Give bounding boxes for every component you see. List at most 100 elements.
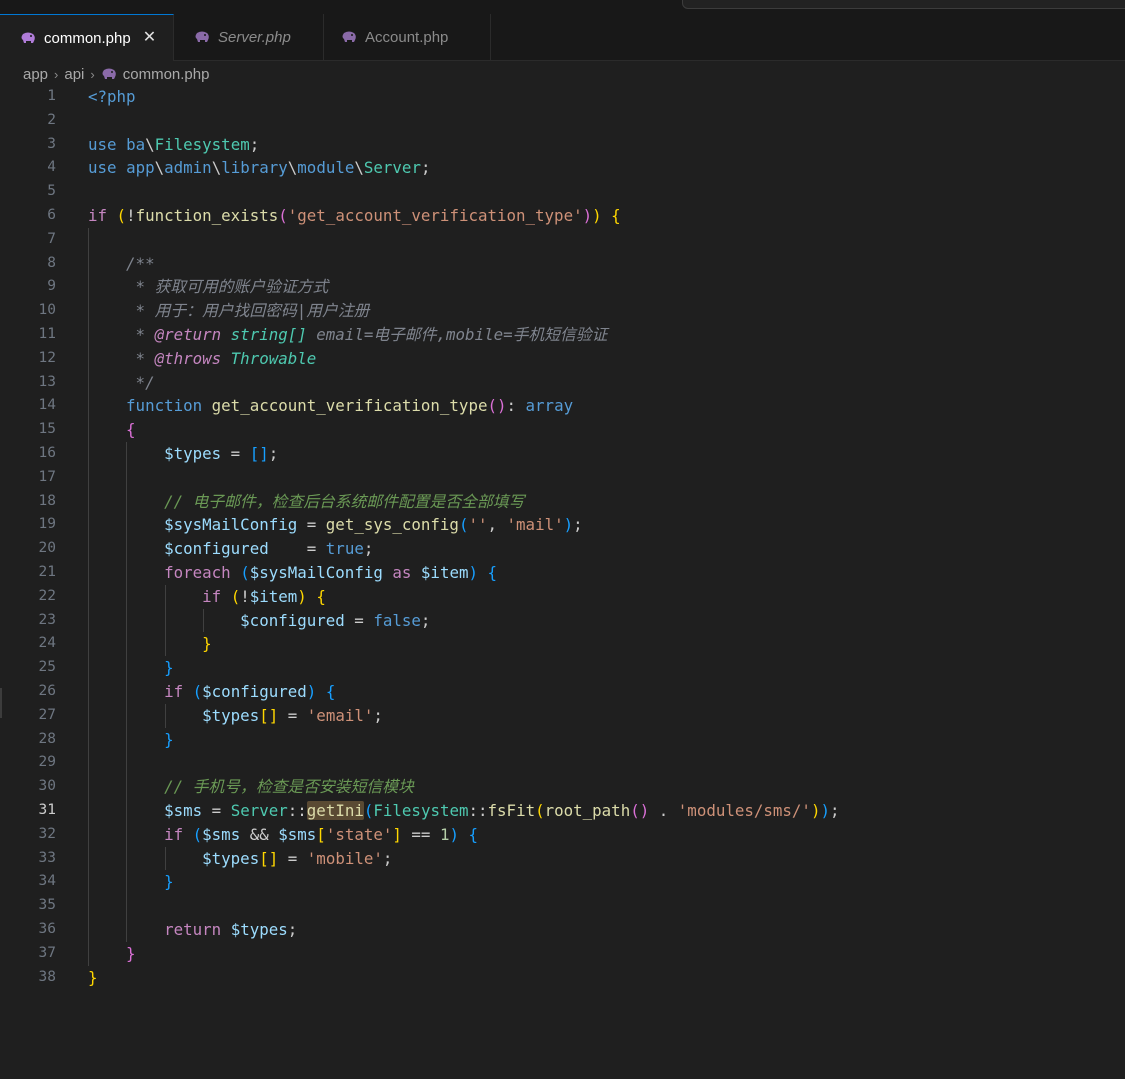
line-number: 14 [38,397,56,414]
indent-guide [88,751,89,776]
code-text: $sms = Server::getIni(Filesystem::fsFit(… [164,801,840,820]
code-line[interactable]: 19 $sysMailConfig = get_sys_config('', '… [0,513,1125,538]
tab-label: common.php [44,29,131,47]
indent-guide [126,465,128,490]
code-line[interactable]: 4 use app\admin\library\module\Server; [0,156,1125,180]
code-line[interactable]: 37 } [0,941,1125,966]
code-line[interactable]: 32 if ($sms && $sms['state'] == 1) { [0,822,1125,847]
code-editor[interactable]: 1 <?php 2 3 use ba\Filesystem; 4 use app\admin… [0,85,1125,1079]
tab-common-php[interactable]: common.php ✕ [0,14,174,61]
code-line[interactable]: 15 { [0,418,1125,442]
code-text: $configured = true; [164,539,374,559]
code-text: * 获取可用的账户验证方式 [88,277,329,297]
code-text: <?php [88,87,136,106]
code-line[interactable]: 22 if (!$item) { [0,584,1125,609]
php-elephant-icon [101,68,117,80]
line-number: 32 [38,825,56,842]
code-line[interactable]: 23 $configured = false; [0,608,1125,633]
breadcrumb-item-api[interactable]: api [64,66,84,83]
code-line[interactable]: 1 <?php [0,85,1125,109]
code-line[interactable]: 35 [0,894,1125,918]
code-line[interactable]: 8 /** [0,251,1125,276]
tab-label: Account.php [365,28,449,46]
code-line[interactable]: 27 $types[] = 'email'; [0,703,1125,728]
line-number: 2 [47,111,56,128]
indent-guide [126,751,128,776]
line-number: 28 [38,730,56,747]
code-line[interactable]: 33 $types[] = 'mobile'; [0,846,1125,871]
line-number: 8 [47,254,56,271]
code-text: } [164,658,174,678]
code-line[interactable]: 9 * 获取可用的账户验证方式 [0,275,1125,300]
code-line[interactable]: 2 [0,109,1125,133]
line-number: 38 [38,968,56,985]
line-number: 10 [38,302,56,319]
chevron-right-icon: › [54,66,59,82]
code-line[interactable]: 3 use ba\Filesystem; [0,133,1125,157]
line-number: 22 [38,587,56,604]
line-number: 3 [47,135,56,152]
code-text: /** [88,253,155,273]
php-elephant-icon [341,31,357,43]
code-line[interactable]: 25 } [0,656,1125,680]
breadcrumb: app › api › common.php [23,62,209,86]
line-number: 33 [38,849,56,866]
tab-account-php[interactable]: Account.php [324,14,491,60]
code-line[interactable]: 24 } [0,632,1125,657]
code-line[interactable]: 20 $configured = true; [0,537,1125,561]
line-number: 35 [38,897,56,914]
code-text: } [202,634,212,654]
line-number: 15 [38,421,56,438]
code-text: } [126,943,136,963]
line-number: 30 [38,778,56,795]
code-line[interactable]: 17 [0,465,1125,490]
code-line[interactable]: 30 // 手机号，检查是否安装短信模块 [0,775,1125,799]
php-elephant-icon [20,32,36,44]
code-text: function get_account_verification_type()… [126,396,574,416]
code-line[interactable]: 7 [0,227,1125,252]
code-line[interactable]: 6 if (!function_exists('get_account_verif… [0,204,1125,228]
code-text: * @return string[] email=电子邮件,mobile=手机短… [88,325,608,344]
code-line[interactable]: 12 * @throws Throwable [0,346,1125,371]
line-number: 24 [38,635,56,652]
code-line[interactable]: 5 [0,180,1125,204]
code-line[interactable]: 10 * 用于：用户找回密码|用户注册 [0,299,1125,323]
code-line[interactable]: 13 */ [0,370,1125,395]
code-text: $types[] = 'mobile'; [202,848,393,868]
line-number: 29 [38,754,56,771]
line-number: 20 [38,540,56,557]
code-line[interactable]: 18 // 电子邮件，检查后台系统邮件配置是否全部填写 [0,489,1125,514]
code-line[interactable]: 14 function get_account_verification_typ… [0,394,1125,419]
indent-guide [126,894,128,918]
line-number: 11 [38,326,56,342]
line-number: 36 [38,921,56,937]
code-text: */ [88,372,155,392]
breadcrumb-item-app[interactable]: app [23,66,48,83]
code-line[interactable]: 26 if ($configured) { [0,680,1125,704]
code-line[interactable]: 21 foreach ($sysMailConfig as $item) { [0,561,1125,585]
code-line[interactable]: 36 return $types; [0,918,1125,942]
code-text: if (!function_exists('get_account_verifi… [88,206,621,225]
code-text: } [164,729,174,749]
command-center[interactable] [682,0,1125,9]
code-line[interactable]: 28 } [0,727,1125,752]
line-number: 23 [38,611,56,628]
code-line[interactable]: 29 [0,751,1125,776]
line-number: 7 [47,230,56,247]
code-text: // 电子邮件，检查后台系统邮件配置是否全部填写 [164,491,525,511]
close-icon[interactable]: ✕ [143,30,156,46]
code-line[interactable]: 31 $sms = Server::getIni(Filesystem::fsF… [0,799,1125,823]
line-number: 9 [47,278,56,295]
line-number: 19 [38,516,56,533]
code-line[interactable]: 34 } [0,870,1125,895]
line-number: 25 [38,659,56,676]
php-elephant-icon [194,31,210,43]
code-text: $types[] = 'email'; [202,705,383,725]
code-line[interactable]: 16 $types = []; [0,442,1125,466]
code-line[interactable]: 11 * @return string[] email=电子邮件,mobile=… [0,323,1125,347]
code-text: if ($configured) { [164,682,336,701]
breadcrumb-file[interactable]: common.php [123,66,210,83]
code-line[interactable]: 38} [0,966,1125,990]
line-number: 6 [47,207,56,223]
tab-server-php[interactable]: Server.php [174,14,324,60]
